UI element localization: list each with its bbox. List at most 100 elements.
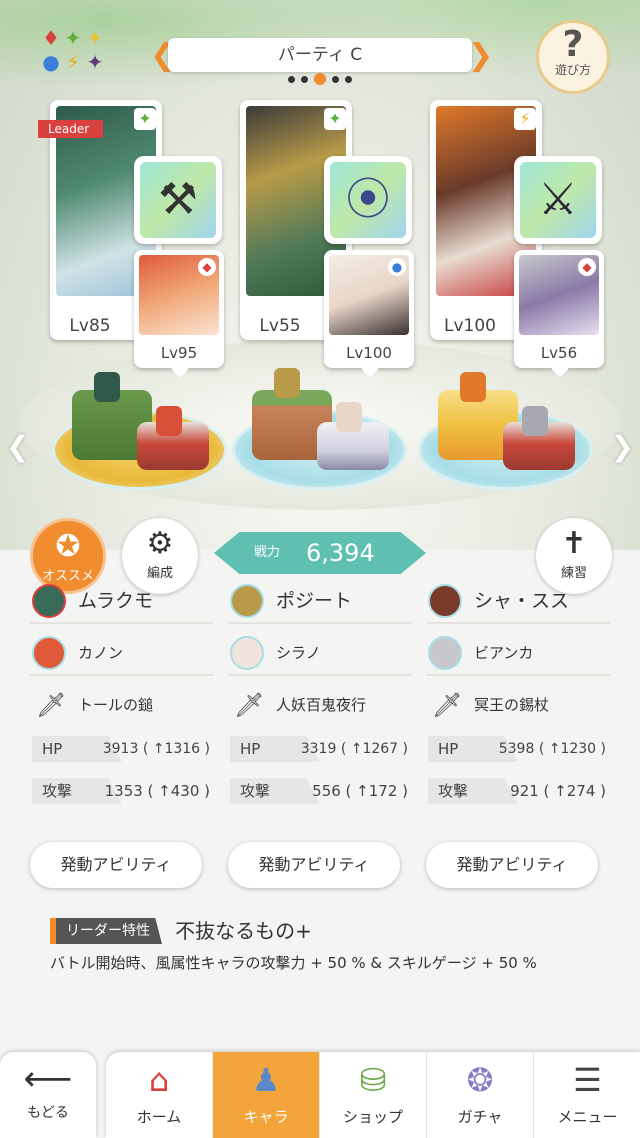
weapon-row[interactable]: 🗡 人妖百鬼夜行 xyxy=(228,684,412,728)
fire-element-icon: ◆ xyxy=(198,258,216,276)
attack-value: 556 ( ↑172 ) xyxy=(312,782,408,800)
sub-character-name: シラノ xyxy=(276,644,321,662)
main-character-row[interactable]: シャ・スス xyxy=(426,580,610,624)
tab-label: メニュー xyxy=(557,1108,618,1126)
bottom-navigation: ⟵ もどる ⌂ ホーム ♟ キャラ ⛁ ショップ ❂ ガチャ ☰ メニュー xyxy=(0,1048,640,1138)
ability-button-1[interactable]: 発動アビリティ xyxy=(30,842,202,888)
sub-character-row[interactable]: カノン xyxy=(30,632,214,676)
wind-element-icon: ✦ xyxy=(324,108,346,130)
ability-button-3[interactable]: 発動アビリティ xyxy=(426,842,598,888)
main-character-row[interactable]: ポジート xyxy=(228,580,412,624)
home-icon: ⌂ xyxy=(148,1061,170,1099)
party-slot-1[interactable]: ✦ Lv85 Leader ⚒ ◆ Lv95 xyxy=(38,100,240,390)
character-icon: ♟ xyxy=(251,1061,281,1099)
pedestal-1[interactable] xyxy=(52,360,227,500)
attack-value: 921 ( ↑274 ) xyxy=(510,782,606,800)
scroll-left-arrow-icon[interactable]: ❮ xyxy=(6,430,29,463)
menu-list-icon: ☰ xyxy=(573,1061,602,1099)
scroll-right-arrow-icon[interactable]: ❯ xyxy=(611,430,634,463)
sub-character-row[interactable]: ビアンカ xyxy=(426,632,610,676)
back-label: もどる xyxy=(27,1105,69,1121)
leader-trait-name: 不抜なるもの+ xyxy=(175,919,312,943)
weapon-row[interactable]: 🗡 トールの鎚 xyxy=(30,684,214,728)
fire-element-icon: ◆ xyxy=(578,258,596,276)
tab-gacha[interactable]: ❂ ガチャ xyxy=(427,1052,534,1138)
dark-element-icon: ✦ xyxy=(86,50,104,74)
back-button[interactable]: ⟵ もどる xyxy=(0,1052,96,1138)
wind-element-icon: ✦ xyxy=(64,26,82,50)
thunder-element-icon: ⚡ xyxy=(65,50,81,74)
character-pedestals xyxy=(0,360,640,510)
pedestal-3[interactable] xyxy=(418,360,593,500)
chibi-sprite xyxy=(94,372,120,402)
party-power: 戦力 6,394 xyxy=(214,532,426,574)
element-filter-icons[interactable]: ♦ ✦ ✦ ● ⚡ ✦ xyxy=(40,26,124,78)
sub-character-card[interactable]: ◆ Lv56 xyxy=(514,250,604,368)
training-dummy-icon: ✝ xyxy=(561,526,587,561)
member-detail-1: ムラクモ カノン 🗡 トールの鎚 HP 3913 ( ↑1316 ) 攻撃 13… xyxy=(30,580,214,820)
ability-button-2[interactable]: 発動アビリティ xyxy=(228,842,400,888)
light-element-icon: ✦ xyxy=(86,26,104,50)
tab-chara[interactable]: ♟ キャラ xyxy=(213,1052,320,1138)
main-character-row[interactable]: ムラクモ xyxy=(30,580,214,624)
help-label: 遊び方 xyxy=(554,63,591,77)
chibi-sprite xyxy=(156,406,182,436)
character-level: Lv85 xyxy=(69,316,111,336)
main-character-name: シャ・スス xyxy=(474,590,570,612)
avatar xyxy=(32,584,66,618)
character-level: Lv100 xyxy=(444,316,496,336)
party-page-dots xyxy=(270,68,370,85)
sub-character-name: カノン xyxy=(78,644,124,662)
tab-shop[interactable]: ⛁ ショップ xyxy=(320,1052,427,1138)
page-dot xyxy=(288,76,295,83)
pedestal-2[interactable] xyxy=(232,360,407,500)
party-slot-2[interactable]: ✦ Lv55 ⦿ ● Lv100 xyxy=(240,100,430,390)
axe-weapon-icon: ⚔ xyxy=(520,162,596,238)
recommend-icon: ✪ xyxy=(55,529,81,564)
sub-character-card[interactable]: ◆ Lv95 xyxy=(134,250,224,368)
practice-label: 練習 xyxy=(560,566,587,581)
sub-character-card[interactable]: ● Lv100 xyxy=(324,250,414,368)
hp-value: 3319 ( ↑1267 ) xyxy=(300,741,408,757)
leader-trait-description: バトル開始時、風属性キャラの攻撃力 + 50 % & スキルゲージ + 50 % xyxy=(50,954,537,972)
sub-character-row[interactable]: シラノ xyxy=(228,632,412,676)
hp-value: 5398 ( ↑1230 ) xyxy=(498,741,606,757)
power-value: 6,394 xyxy=(306,539,375,567)
thunder-element-icon: ⚡ xyxy=(514,108,536,130)
avatar xyxy=(428,636,462,670)
attack-value: 1353 ( ↑430 ) xyxy=(104,782,210,800)
weapon-row[interactable]: 🗡 冥王の錫杖 xyxy=(426,684,610,728)
chibi-sprite xyxy=(460,372,486,402)
character-level: Lv55 xyxy=(259,316,301,336)
chibi-sprite xyxy=(522,406,548,436)
main-character-name: ポジート xyxy=(276,590,353,612)
weapon-card[interactable]: ⦿ xyxy=(324,156,412,244)
shop-bag-icon: ⛁ xyxy=(359,1061,387,1099)
wind-element-icon: ✦ xyxy=(134,108,156,130)
page-dot xyxy=(301,76,308,83)
help-button[interactable]: ? 遊び方 xyxy=(536,20,610,94)
leader-trait-tag: リーダー特性 xyxy=(50,918,162,944)
weapon-icon: 🗡 xyxy=(432,691,463,719)
avatar xyxy=(230,636,264,670)
page-dot xyxy=(345,76,352,83)
chibi-sprite xyxy=(274,368,300,398)
water-element-icon: ● xyxy=(388,258,406,276)
tab-menu[interactable]: ☰ メニュー xyxy=(534,1052,640,1138)
hp-stat: HP 3319 ( ↑1267 ) xyxy=(228,736,412,766)
party-slot-3[interactable]: ⚡ Lv100 ⚔ ◆ Lv56 xyxy=(430,100,620,390)
next-party-arrow-icon[interactable]: ❯ xyxy=(468,38,493,76)
main-character-name: ムラクモ xyxy=(78,590,154,612)
member-detail-2: ポジート シラノ 🗡 人妖百鬼夜行 HP 3319 ( ↑1267 ) 攻撃 5… xyxy=(228,580,412,820)
tab-home[interactable]: ⌂ ホーム xyxy=(106,1052,213,1138)
formation-label: 編成 xyxy=(146,566,173,581)
weapon-card[interactable]: ⚔ xyxy=(514,156,602,244)
attack-label: 攻撃 xyxy=(428,778,518,804)
attack-stat: 攻撃 921 ( ↑274 ) xyxy=(426,778,610,808)
member-detail-3: シャ・スス ビアンカ 🗡 冥王の錫杖 HP 5398 ( ↑1230 ) 攻撃 … xyxy=(426,580,610,820)
avatar xyxy=(428,584,462,618)
hammer-weapon-icon: ⚒ xyxy=(140,162,216,238)
party-members: ✦ Lv85 Leader ⚒ ◆ Lv95 ✦ Lv55 ⦿ ● Lv100 … xyxy=(0,100,640,390)
tab-label: キャラ xyxy=(243,1108,289,1126)
weapon-card[interactable]: ⚒ xyxy=(134,156,222,244)
